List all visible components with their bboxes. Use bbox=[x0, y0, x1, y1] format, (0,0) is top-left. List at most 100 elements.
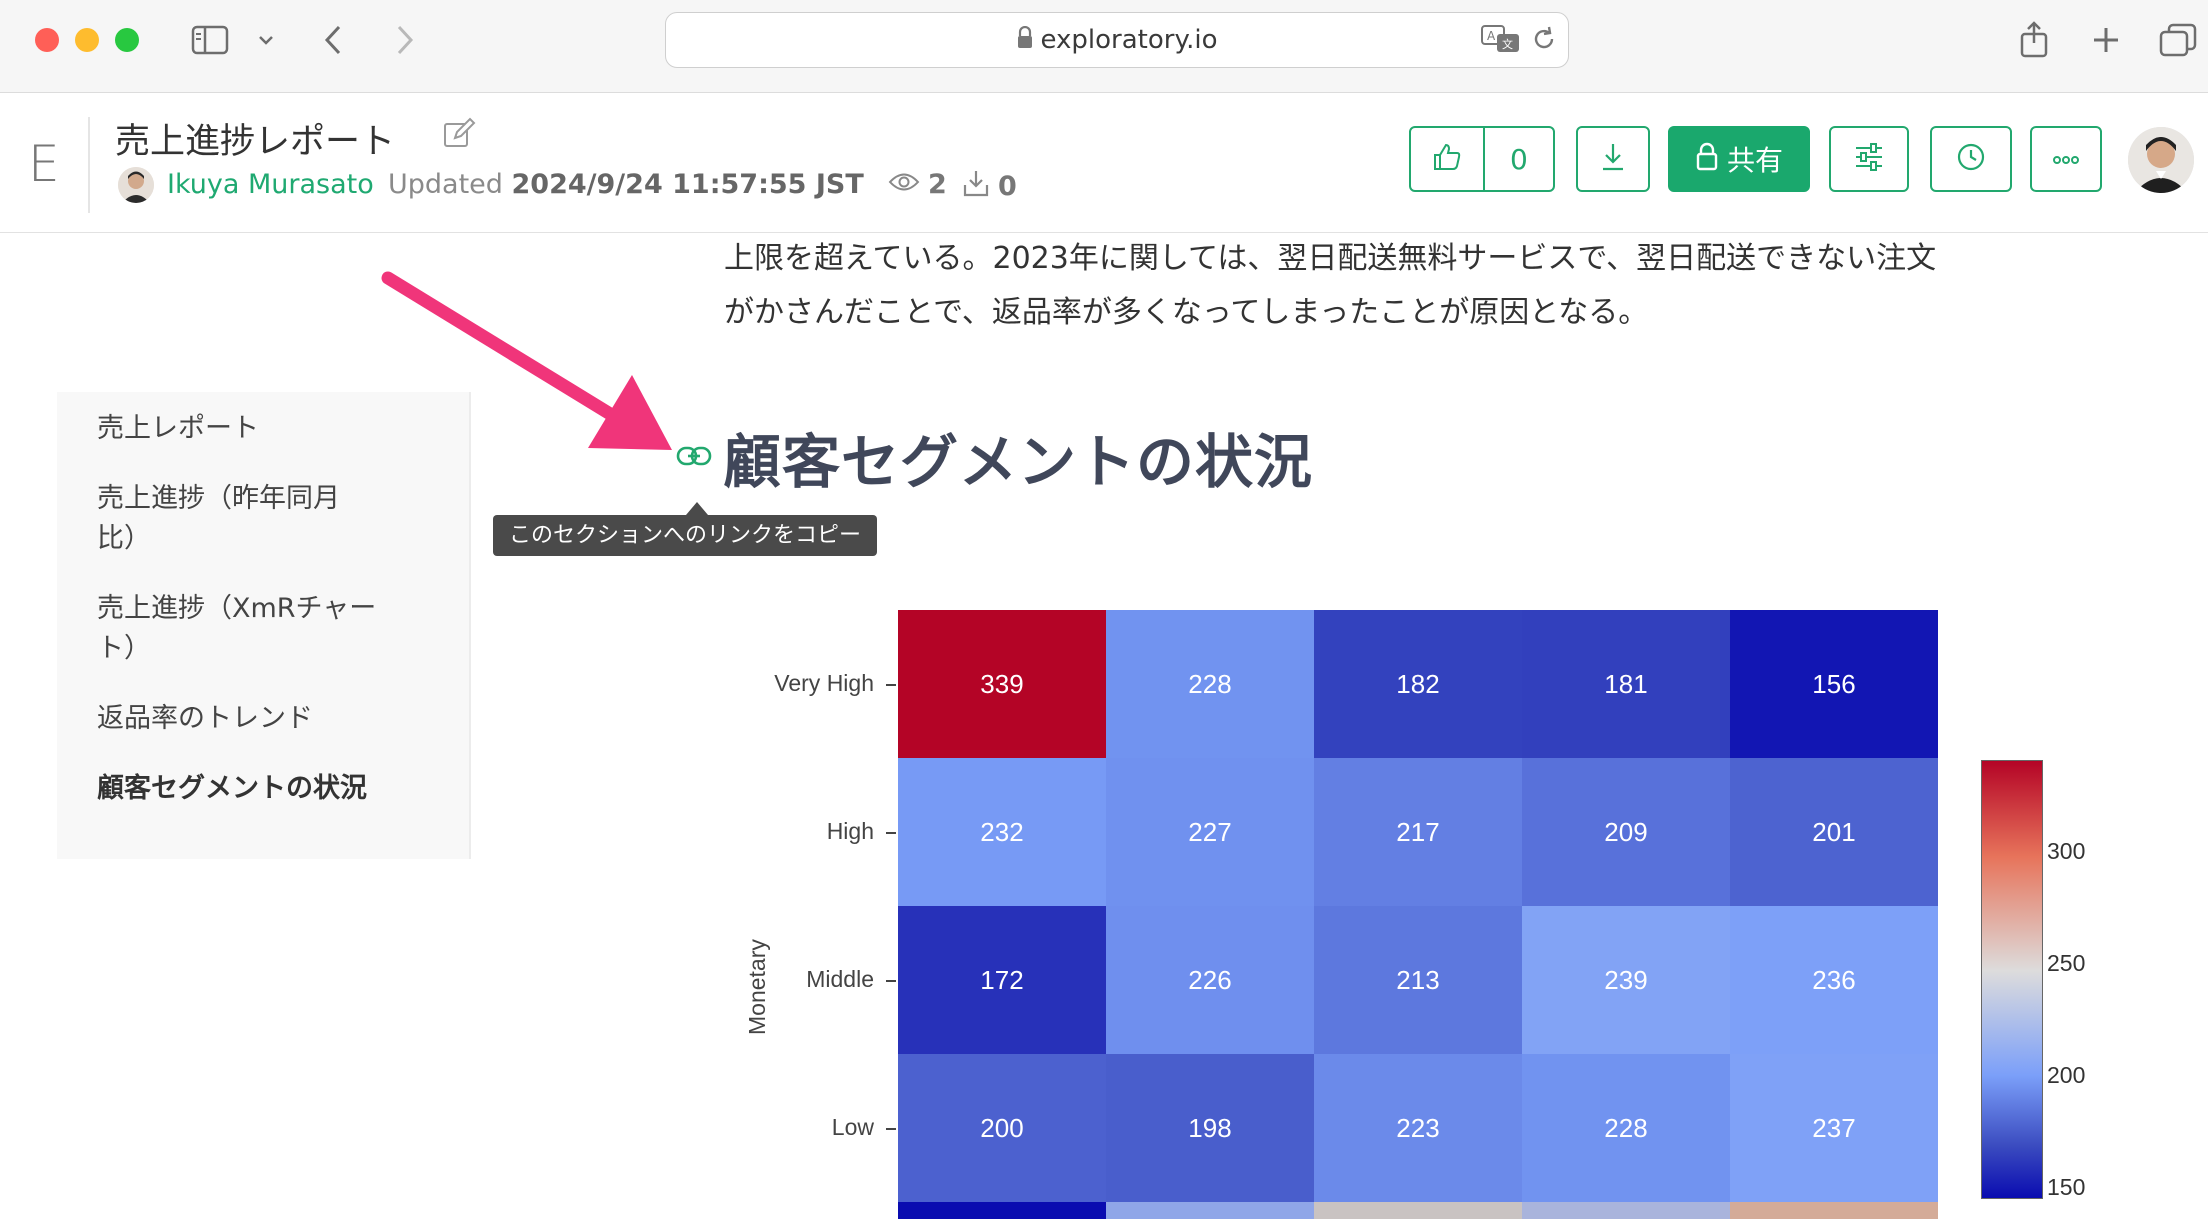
heatmap-cell[interactable]: 217 bbox=[1314, 758, 1522, 906]
page-title: 売上進捗レポート bbox=[115, 122, 396, 162]
y-tick-label: High bbox=[826, 818, 874, 844]
share-button[interactable]: 共有 bbox=[1668, 126, 1810, 192]
heatmap-cell[interactable]: 228 bbox=[1522, 1054, 1730, 1202]
heatmap-cell[interactable]: 226 bbox=[1106, 906, 1314, 1054]
toc-item-sales-yoy[interactable]: 売上進捗（昨年同月比） bbox=[97, 479, 359, 559]
eye-icon bbox=[888, 169, 920, 200]
section-heading: 顧客セグメントの状況 bbox=[723, 428, 1314, 496]
heatmap-cell-partial bbox=[1522, 1202, 1730, 1219]
new-tab-icon[interactable] bbox=[2088, 16, 2124, 64]
paragraph-line: 上限を超えている。2023年に関しては、翌日配送無料サービスで、翌日配送できない… bbox=[724, 241, 1937, 276]
heatmap-cell[interactable]: 156 bbox=[1730, 610, 1938, 758]
zoom-window-button[interactable] bbox=[115, 28, 139, 52]
heatmap-cell[interactable]: 227 bbox=[1106, 758, 1314, 906]
heatmap-cell[interactable]: 232 bbox=[898, 758, 1106, 906]
y-tick-mark bbox=[886, 980, 896, 982]
toc-item-sales-report[interactable]: 売上レポート bbox=[97, 409, 397, 449]
heatmap-cell[interactable]: 201 bbox=[1730, 758, 1938, 906]
view-count: 2 bbox=[888, 169, 947, 200]
sidebar-toggle-icon[interactable] bbox=[188, 16, 232, 64]
history-button[interactable] bbox=[1930, 126, 2012, 192]
heatmap-cell[interactable]: 209 bbox=[1522, 758, 1730, 906]
author-link[interactable]: Ikuya Murasato bbox=[167, 169, 374, 200]
heatmap-cell[interactable]: 213 bbox=[1314, 906, 1522, 1054]
url-text: exploratory.io bbox=[666, 25, 1568, 57]
colorbar-tick-label: 200 bbox=[2047, 1061, 2086, 1088]
minimize-window-button[interactable] bbox=[75, 28, 99, 52]
toc-item-sales-xmr[interactable]: 売上進捗（XmRチャート） bbox=[97, 589, 397, 669]
section-link-icon[interactable] bbox=[676, 444, 712, 472]
heatmap-cell[interactable]: 236 bbox=[1730, 906, 1938, 1054]
reload-icon[interactable] bbox=[1530, 25, 1558, 57]
more-icon bbox=[2052, 150, 2080, 169]
updated-label: Updated bbox=[388, 169, 503, 200]
translate-icon[interactable]: A文 bbox=[1481, 23, 1521, 59]
toc-item-customer-segment[interactable]: 顧客セグメントの状況 bbox=[97, 769, 397, 809]
clock-icon bbox=[1956, 142, 1986, 176]
heatmap-cell[interactable]: 339 bbox=[898, 610, 1106, 758]
like-button-group: 0 bbox=[1409, 126, 1555, 192]
y-axis-title: Monetary bbox=[744, 939, 770, 1035]
user-avatar[interactable] bbox=[2128, 127, 2194, 193]
heatmap-cell[interactable]: 172 bbox=[898, 906, 1106, 1054]
thumbs-up-icon bbox=[1432, 142, 1462, 176]
heatmap-cell-partial bbox=[1314, 1202, 1522, 1219]
forward-icon[interactable] bbox=[390, 16, 420, 64]
updated-timestamp: 2024/9/24 11:57:55 JST bbox=[511, 169, 864, 200]
tab-overview-icon[interactable] bbox=[2158, 16, 2198, 64]
heatmap-cell[interactable]: 239 bbox=[1522, 906, 1730, 1054]
updated-info: Updated 2024/9/24 11:57:55 JST bbox=[388, 169, 864, 200]
share-label: 共有 bbox=[1726, 144, 1783, 177]
download-count-value: 0 bbox=[998, 171, 1017, 202]
lock-icon bbox=[1695, 141, 1719, 178]
pink-annotation-arrow bbox=[380, 260, 680, 464]
tooltip-pointer bbox=[686, 502, 708, 515]
lock-icon bbox=[1016, 25, 1034, 57]
author-avatar[interactable] bbox=[118, 167, 154, 203]
share-icon[interactable] bbox=[2016, 16, 2052, 64]
colorbar-tick-label: 150 bbox=[2047, 1174, 2086, 1201]
like-button[interactable] bbox=[1411, 128, 1485, 190]
download-icon bbox=[962, 169, 990, 204]
heatmap-cell-partial bbox=[1730, 1202, 1938, 1219]
y-tick-label: Middle bbox=[806, 966, 874, 992]
back-icon[interactable] bbox=[318, 16, 348, 64]
colorbar-tick-label: 300 bbox=[2047, 837, 2086, 864]
svg-text:A: A bbox=[1487, 29, 1496, 43]
download-button[interactable] bbox=[1576, 126, 1650, 192]
url-label: exploratory.io bbox=[1040, 25, 1218, 55]
heatmap-cell[interactable]: 198 bbox=[1106, 1054, 1314, 1202]
toc-item-return-trend[interactable]: 返品率のトレンド bbox=[97, 699, 397, 739]
colorbar bbox=[1981, 760, 2043, 1199]
heatmap-cell[interactable]: 228 bbox=[1106, 610, 1314, 758]
y-tick-label: Very High bbox=[774, 670, 874, 696]
colorbar-tick-label: 250 bbox=[2047, 949, 2086, 976]
svg-text:文: 文 bbox=[1502, 37, 1513, 51]
address-bar[interactable]: exploratory.io A文 bbox=[665, 12, 1569, 68]
paragraph-line: がかさんだことで、返品率が多くなってしまったことが原因となる。 bbox=[724, 295, 1649, 330]
edit-title-icon[interactable] bbox=[442, 117, 476, 155]
heatmap-cell[interactable]: 223 bbox=[1314, 1054, 1522, 1202]
y-tick-mark bbox=[886, 832, 896, 834]
heatmap-cell[interactable]: 182 bbox=[1314, 610, 1522, 758]
heatmap-cell[interactable]: 200 bbox=[898, 1054, 1106, 1202]
heatmap-cell-partial bbox=[1106, 1202, 1314, 1219]
view-count-value: 2 bbox=[928, 169, 947, 200]
heatmap-cell[interactable]: 181 bbox=[1522, 610, 1730, 758]
report-header: E 売上進捗レポート Ikuya Murasato Updated 2024/9… bbox=[0, 93, 2208, 233]
close-window-button[interactable] bbox=[35, 28, 59, 52]
heatmap-cell[interactable]: 237 bbox=[1730, 1054, 1938, 1202]
y-tick-mark bbox=[886, 684, 896, 686]
y-tick-label: Low bbox=[831, 1114, 874, 1140]
y-tick-mark bbox=[886, 1128, 896, 1130]
sliders-icon bbox=[1854, 143, 1884, 175]
heatmap-cell-partial bbox=[898, 1202, 1106, 1219]
app-logo[interactable]: E bbox=[28, 135, 60, 193]
filter-settings-button[interactable] bbox=[1829, 126, 1909, 192]
download-count: 0 bbox=[962, 169, 1017, 204]
header-divider bbox=[88, 117, 90, 213]
browser-toolbar: exploratory.io A文 bbox=[0, 0, 2208, 93]
chevron-down-icon[interactable] bbox=[254, 16, 278, 64]
like-count: 0 bbox=[1510, 142, 1528, 176]
more-options-button[interactable] bbox=[2030, 126, 2102, 192]
